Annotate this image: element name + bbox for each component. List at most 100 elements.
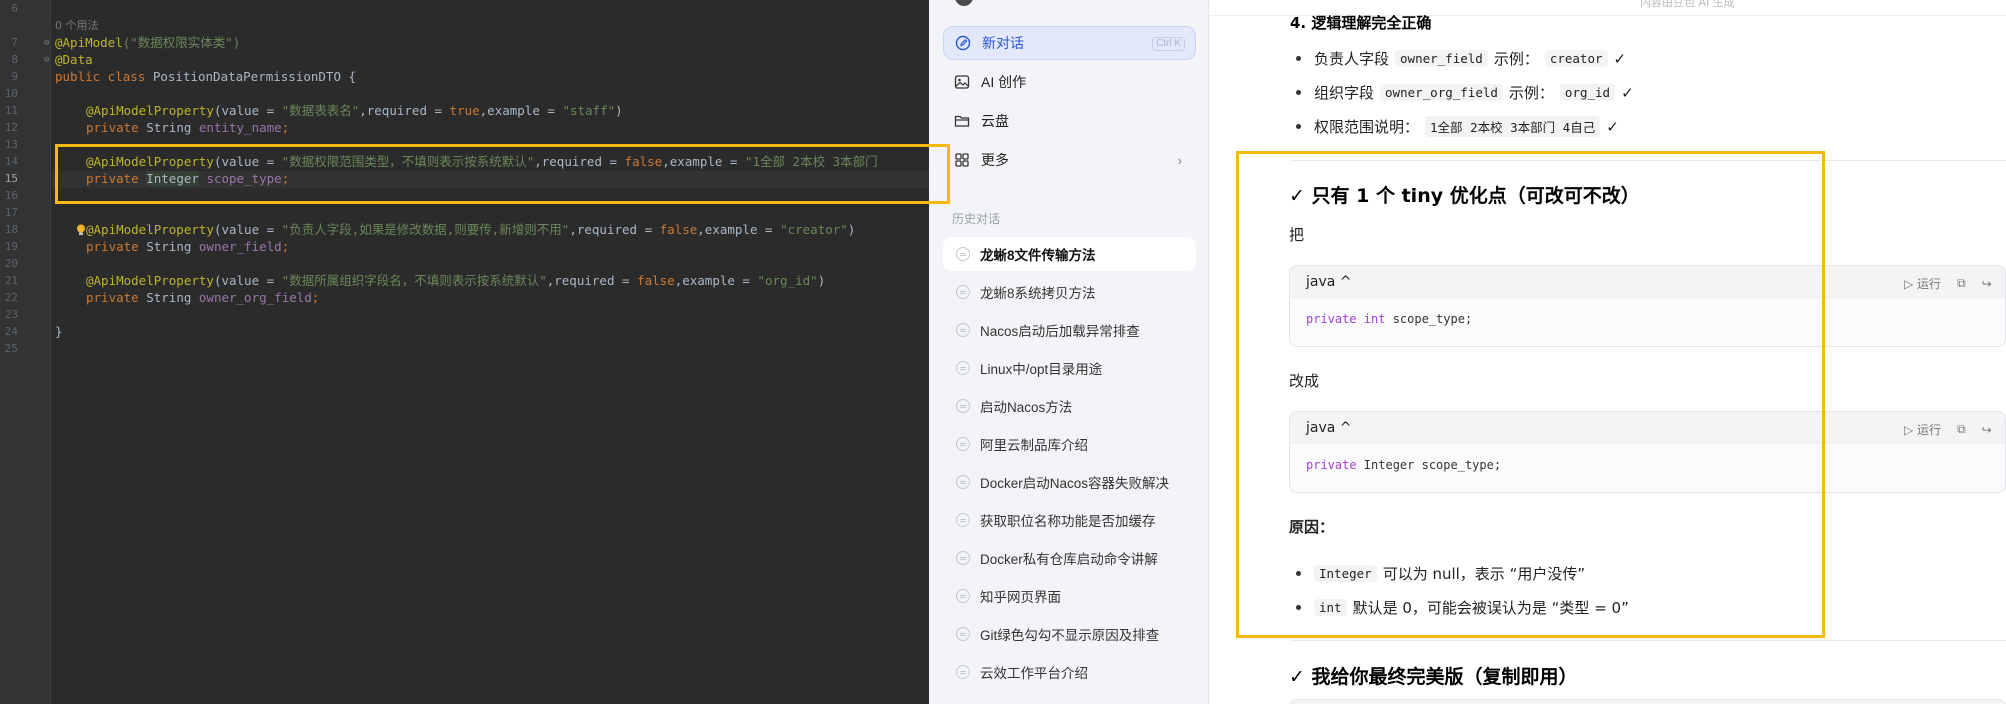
history-item[interactable]: Git绿色勾勾不显示原因及排查 [943, 617, 1196, 651]
code-text: ) [847, 222, 856, 237]
code-editor[interactable]: 6 7 8 9 10 11 12 13 14 15 16 17 18 19 20… [0, 0, 929, 704]
history-item[interactable]: 启动Nacos方法 [943, 389, 1196, 423]
history-item[interactable]: Docker启动Nacos容器失败解决 [943, 465, 1196, 499]
history-item[interactable]: 龙蜥8文件传输方法 [943, 237, 1196, 271]
inline-code: 1全部 2本校 3本部门 4自己 [1425, 116, 1601, 137]
fold-icon[interactable]: ⊖ [44, 55, 49, 65]
run-button[interactable]: ▷ 运行 [1904, 275, 1941, 292]
copy-icon[interactable]: ⧉ [1957, 422, 1966, 437]
list-text: 可以为 null，表示 “用户没传” [1382, 565, 1586, 583]
chat-bubble-icon [956, 551, 970, 565]
line-number: 16 [4, 189, 18, 202]
code-block[interactable]: java ^ ▷ 运行 ⧉ ↪ private Integer scope_ty… [1289, 411, 2006, 493]
chat-bubble-icon [956, 399, 970, 413]
line-number: 18 [4, 223, 18, 236]
share-icon[interactable]: ↪ [1982, 277, 1992, 291]
usage-hint[interactable]: 0 个用法 [55, 17, 99, 34]
keyword: private [86, 171, 147, 186]
history-item[interactable]: 云效工作平台介绍 [943, 655, 1196, 689]
code-language-toggle[interactable]: java ^ [1306, 420, 1352, 436]
chat-bubble-icon [956, 361, 970, 375]
list-item: 负责人字段 owner_field 示例： creator ✓ [1296, 48, 1626, 69]
line-number: 10 [4, 87, 18, 100]
line-number: 14 [4, 155, 18, 168]
chat-bubble-icon [956, 437, 970, 451]
history-item[interactable]: Nacos启动后加载异常排查 [943, 313, 1196, 347]
line-number: 24 [4, 325, 18, 338]
history-item-label: 获取职位名称功能是否加缓存 [980, 514, 1156, 529]
code-line[interactable]: @Data [55, 51, 93, 68]
code-line[interactable]: } [55, 323, 63, 340]
lightbulb-icon[interactable] [76, 224, 86, 236]
history-item[interactable]: Docker私有仓库启动命令讲解 [943, 541, 1196, 575]
annotation-args: ("数据权限实体类") [122, 35, 241, 50]
code-line[interactable]: public class PositionDataPermissionDTO { [55, 68, 356, 85]
code-text: (value = [213, 103, 282, 118]
code-content[interactable]: private Integer scope_type; [1306, 458, 1501, 472]
check-mark: ✓ [1613, 49, 1627, 68]
code-line[interactable]: @ApiModelProperty(value = "数据权限范围类型，不填则表… [86, 153, 878, 170]
check-mark: ✓ [1606, 117, 1619, 136]
ai-create-button[interactable]: AI 创作 [943, 65, 1196, 99]
code-text: (value = [213, 154, 282, 169]
history-item[interactable]: 龙蜥8系统拷贝方法 [943, 275, 1196, 309]
history-item-label: Docker启动Nacos容器失败解决 [980, 476, 1170, 491]
code-line[interactable]: @ApiModelProperty(value = "负责人字段,如果是修改数据… [86, 221, 855, 238]
code-line[interactable]: @ApiModelProperty(value = "数据表表名",requir… [86, 102, 623, 119]
list-text: 负责人字段 [1314, 50, 1390, 68]
code-line[interactable]: @ApiModel("数据权限实体类") [55, 34, 240, 51]
code-text: ; [281, 239, 290, 254]
string: "staff" [562, 103, 616, 118]
code-text: ,required = [569, 222, 660, 237]
code-text: ,example = [697, 222, 781, 237]
history-item[interactable]: 获取职位名称功能是否加缓存 [943, 503, 1196, 537]
shortcut-hint: Ctrl K [1152, 37, 1185, 51]
code-block-header: java ^ ▷ 运行 ⧉ ↪ [1290, 266, 2005, 298]
string: "creator" [780, 222, 848, 237]
history-item[interactable]: 阿里云制品库介绍 [943, 427, 1196, 461]
inline-code: Integer [1314, 565, 1377, 582]
line-number: 15 [4, 172, 18, 185]
code-language-toggle[interactable]: java ^ [1306, 274, 1352, 290]
type: String [146, 120, 199, 135]
code-content[interactable]: private int scope_type; [1306, 312, 1472, 326]
share-icon[interactable]: ↪ [1982, 423, 1992, 437]
code-line[interactable]: private String owner_org_field; [86, 289, 319, 306]
edit-icon [955, 35, 971, 51]
run-button[interactable]: ▷ 运行 [1904, 421, 1941, 438]
keyword: true [449, 103, 480, 118]
history-item[interactable]: Linux中/opt目录用途 [943, 351, 1196, 385]
code-line[interactable]: private Integer scope_type; [86, 170, 289, 187]
string: "数据表表名" [281, 103, 360, 118]
line-number: 25 [4, 342, 18, 355]
code-line[interactable]: @ApiModelProperty(value = "数据所属组织字段名，不填则… [86, 272, 825, 289]
code-block[interactable] [1289, 699, 2006, 704]
code-text: (value = [213, 222, 282, 237]
history-item-label: 龙蜥8系统拷贝方法 [980, 286, 1096, 301]
line-number: 12 [4, 121, 18, 134]
history-item-label: Nacos启动后加载异常排查 [980, 324, 1140, 339]
list-text: 示例： [1493, 50, 1539, 68]
code-block[interactable]: java ^ ▷ 运行 ⧉ ↪ private int scope_type; [1289, 265, 2006, 347]
ai-generated-notice: 内容由豆包 AI 生成 [1640, 0, 1735, 9]
copy-icon[interactable]: ⧉ [1957, 276, 1966, 291]
history-item-label: 云效工作平台介绍 [980, 666, 1088, 681]
code-line[interactable]: private String entity_name; [86, 119, 289, 136]
code-text: ,example = [662, 154, 745, 169]
list-text: 组织字段 [1314, 84, 1375, 102]
history-item[interactable]: 知乎网页界面 [943, 579, 1196, 613]
line-number: 23 [4, 308, 18, 321]
new-chat-button[interactable]: 新对话 Ctrl K [943, 26, 1196, 60]
type: String [146, 290, 199, 305]
fold-icon[interactable]: ⊖ [44, 38, 49, 48]
string: "1全部 2本校 3本部门 [744, 154, 878, 169]
more-button[interactable]: 更多 › [943, 143, 1196, 177]
string: "org_id" [757, 273, 818, 288]
cloud-drive-button[interactable]: 云盘 [943, 104, 1196, 138]
chat-bubble-icon [956, 665, 970, 679]
annotation: @ApiModelProperty [86, 103, 214, 118]
keyword: private [86, 120, 147, 135]
chat-bubble-icon [956, 589, 970, 603]
code-line[interactable]: private String owner_field; [86, 238, 289, 255]
check-mark: ✓ [1621, 83, 1634, 102]
